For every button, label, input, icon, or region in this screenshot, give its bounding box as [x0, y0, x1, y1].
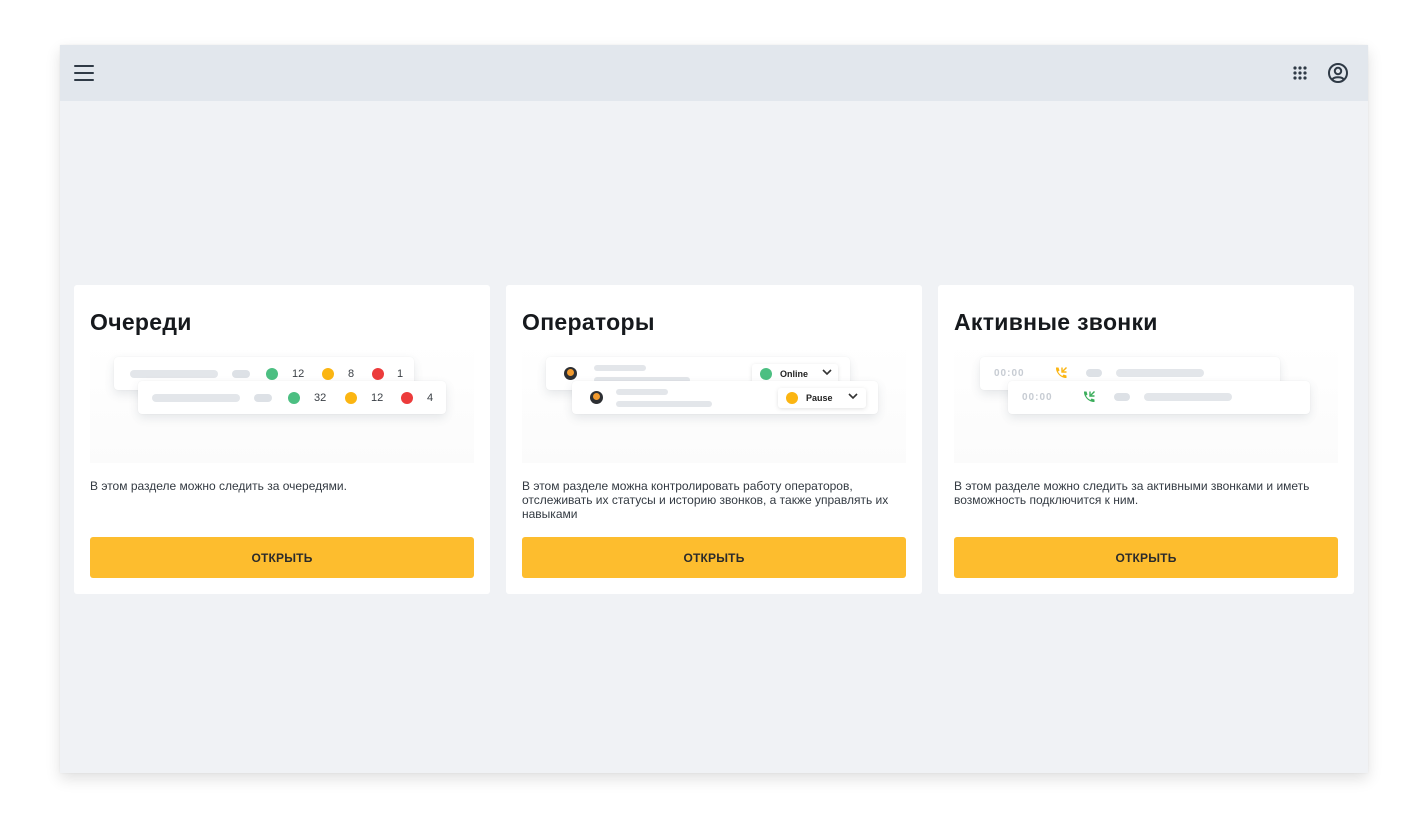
- red-count: 1: [397, 368, 404, 380]
- placeholder-bar: [254, 394, 272, 402]
- call-row: 00:00: [1008, 381, 1310, 414]
- queues-illustration: 12 8 1 32 12 4: [90, 343, 474, 463]
- card-title: Операторы: [522, 309, 655, 335]
- green-count: 12: [292, 368, 305, 380]
- status-dot: [760, 368, 772, 380]
- chevron-down-icon: [822, 368, 832, 378]
- placeholder-bar: [152, 394, 240, 402]
- yellow-status-dot: [345, 392, 357, 404]
- placeholder-bar: [1144, 393, 1232, 401]
- open-queues-button[interactable]: ОТКРЫТЬ: [90, 537, 474, 578]
- status-dot: [786, 392, 798, 404]
- open-active-calls-button[interactable]: ОТКРЫТЬ: [954, 537, 1338, 578]
- active-calls-card: Активные звонки 00:00 00:00 В этом разде…: [938, 285, 1354, 594]
- placeholder-bar: [616, 401, 712, 407]
- placeholder-bar: [1114, 393, 1130, 401]
- green-count: 32: [314, 392, 327, 404]
- status-select[interactable]: Pause: [778, 388, 866, 408]
- hamburger-menu-icon[interactable]: [68, 57, 100, 89]
- placeholder-bar: [130, 370, 218, 378]
- status-label: Pause: [806, 393, 833, 403]
- chevron-down-icon: [848, 392, 858, 402]
- queues-card: Очереди 12 8 1 32 12 4 В этом разделе мо…: [74, 285, 490, 594]
- green-status-dot: [266, 368, 278, 380]
- operators-card: Операторы Online Pause В этом разделе мо…: [506, 285, 922, 594]
- top-bar: [60, 45, 1368, 101]
- card-description: В этом разделе можно следить за активным…: [954, 479, 1310, 507]
- yellow-count: 8: [348, 368, 355, 380]
- call-timer: 00:00: [994, 368, 1025, 379]
- yellow-count: 12: [371, 392, 384, 404]
- queue-row: 32 12 4: [138, 381, 446, 414]
- red-status-dot: [401, 392, 413, 404]
- green-status-dot: [288, 392, 300, 404]
- operator-avatar: [590, 391, 603, 404]
- placeholder-bar: [1116, 369, 1204, 377]
- red-count: 4: [427, 392, 434, 404]
- operator-avatar: [564, 367, 577, 380]
- card-title: Очереди: [90, 309, 192, 335]
- card-title: Активные звонки: [954, 309, 1158, 335]
- app-window: Очереди 12 8 1 32 12 4 В этом разделе мо…: [60, 45, 1368, 773]
- status-label: Online: [780, 369, 809, 379]
- red-status-dot: [372, 368, 384, 380]
- placeholder-bar: [1086, 369, 1102, 377]
- open-operators-button[interactable]: ОТКРЫТЬ: [522, 537, 906, 578]
- user-account-icon[interactable]: [1322, 57, 1354, 89]
- placeholder-bar: [594, 365, 646, 371]
- yellow-status-dot: [322, 368, 334, 380]
- operators-illustration: Online Pause: [522, 343, 906, 463]
- call-timer: 00:00: [1022, 392, 1053, 403]
- active-call-icon: [1082, 390, 1096, 409]
- active-calls-illustration: 00:00 00:00: [954, 343, 1338, 463]
- placeholder-bar: [232, 370, 250, 378]
- apps-grid-icon[interactable]: [1284, 57, 1316, 89]
- operator-row: Pause: [572, 381, 878, 414]
- card-description: В этом разделе можна контролировать рабо…: [522, 479, 889, 521]
- placeholder-bar: [616, 389, 668, 395]
- card-description: В этом разделе можно следить за очередям…: [90, 479, 347, 493]
